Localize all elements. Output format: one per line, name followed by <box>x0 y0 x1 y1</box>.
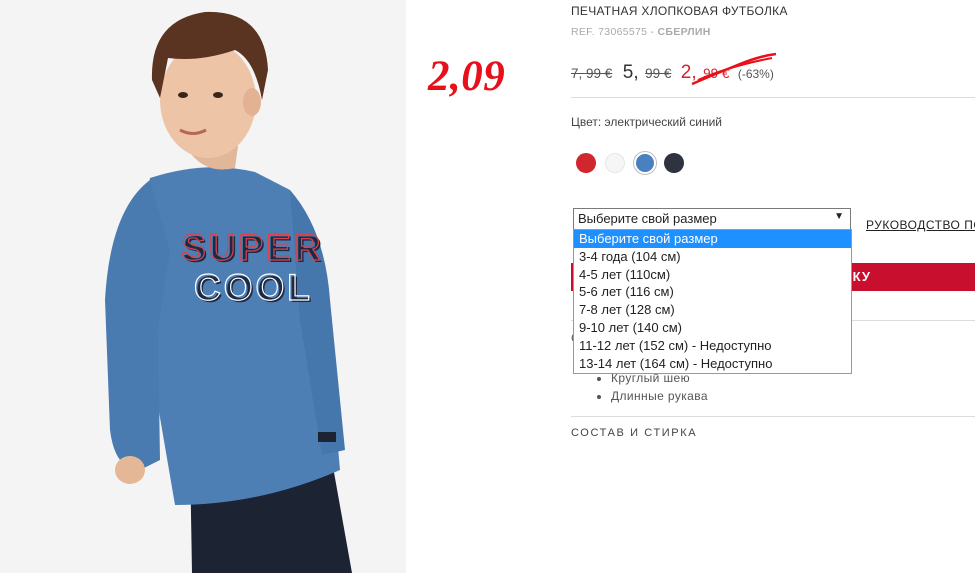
price-mid-decimal: 99 € <box>645 66 672 81</box>
size-option[interactable]: 5-6 лет (116 см) <box>574 283 851 301</box>
size-option-placeholder[interactable]: Выберите свой размер <box>574 230 851 248</box>
size-select-value: Выберите свой размер <box>578 211 717 226</box>
color-swatch-blue-selected[interactable] <box>633 151 657 175</box>
svg-text:COOL: COOL <box>194 267 313 308</box>
size-option[interactable]: 4-5 лет (110см) <box>574 266 851 284</box>
ref-label: REF. 73065575 - <box>571 26 655 38</box>
price-old: 7, 99 € <box>571 66 613 81</box>
product-photo: SUPER COOL SUPER COOL <box>0 0 406 573</box>
divider <box>571 97 975 98</box>
size-option[interactable]: 7-8 лет (128 см) <box>574 301 851 319</box>
price-new: 2, <box>680 62 697 83</box>
feature-list: Круглый шею Длинные рукава <box>597 369 708 405</box>
size-dropdown-list[interactable]: Выберите свой размер 3-4 года (104 см) 4… <box>573 229 852 374</box>
composition-care-link[interactable]: СОСТАВ И СТИРКА <box>571 427 697 439</box>
color-swatch-navy[interactable] <box>664 153 684 173</box>
color-swatch-red[interactable] <box>576 153 596 173</box>
annotation-price: 2,09 <box>428 53 506 100</box>
price-new-decimal: 99 € <box>703 66 730 81</box>
price-discount: (-63%) <box>737 67 774 81</box>
dropdown-arrow-icon: ▼ <box>834 211 844 222</box>
list-item: Длинные рукава <box>611 387 708 405</box>
ref-code: СБЕРЛИН <box>657 26 711 38</box>
svg-text:SUPER: SUPER <box>181 227 323 268</box>
size-option-unavailable[interactable]: 13-14 лет (164 см) - Недоступно <box>574 355 851 373</box>
price-row: 7, 99 € 5, 99 € 2, 99 € (-63%) <box>571 62 774 88</box>
size-option-unavailable[interactable]: 11-12 лет (152 см) - Недоступно <box>574 337 851 355</box>
size-option[interactable]: 9-10 лет (140 см) <box>574 319 851 337</box>
product-ref: REF. 73065575 - СБЕРЛИН <box>571 26 711 38</box>
size-option[interactable]: 3-4 года (104 см) <box>574 248 851 266</box>
size-select[interactable]: Выберите свой размер ▼ <box>573 208 851 230</box>
price-mid: 5, <box>622 62 639 83</box>
swatch-fill <box>636 154 654 172</box>
size-guide-link[interactable]: РУКОВОДСТВО ПО <box>866 218 975 232</box>
divider <box>571 416 975 417</box>
color-swatch-white[interactable] <box>605 153 625 173</box>
product-title: ПЕЧАТНАЯ ХЛОПКОВАЯ ФУТБОЛКА <box>571 4 788 18</box>
color-label: Цвет: электрический синий <box>571 115 723 129</box>
